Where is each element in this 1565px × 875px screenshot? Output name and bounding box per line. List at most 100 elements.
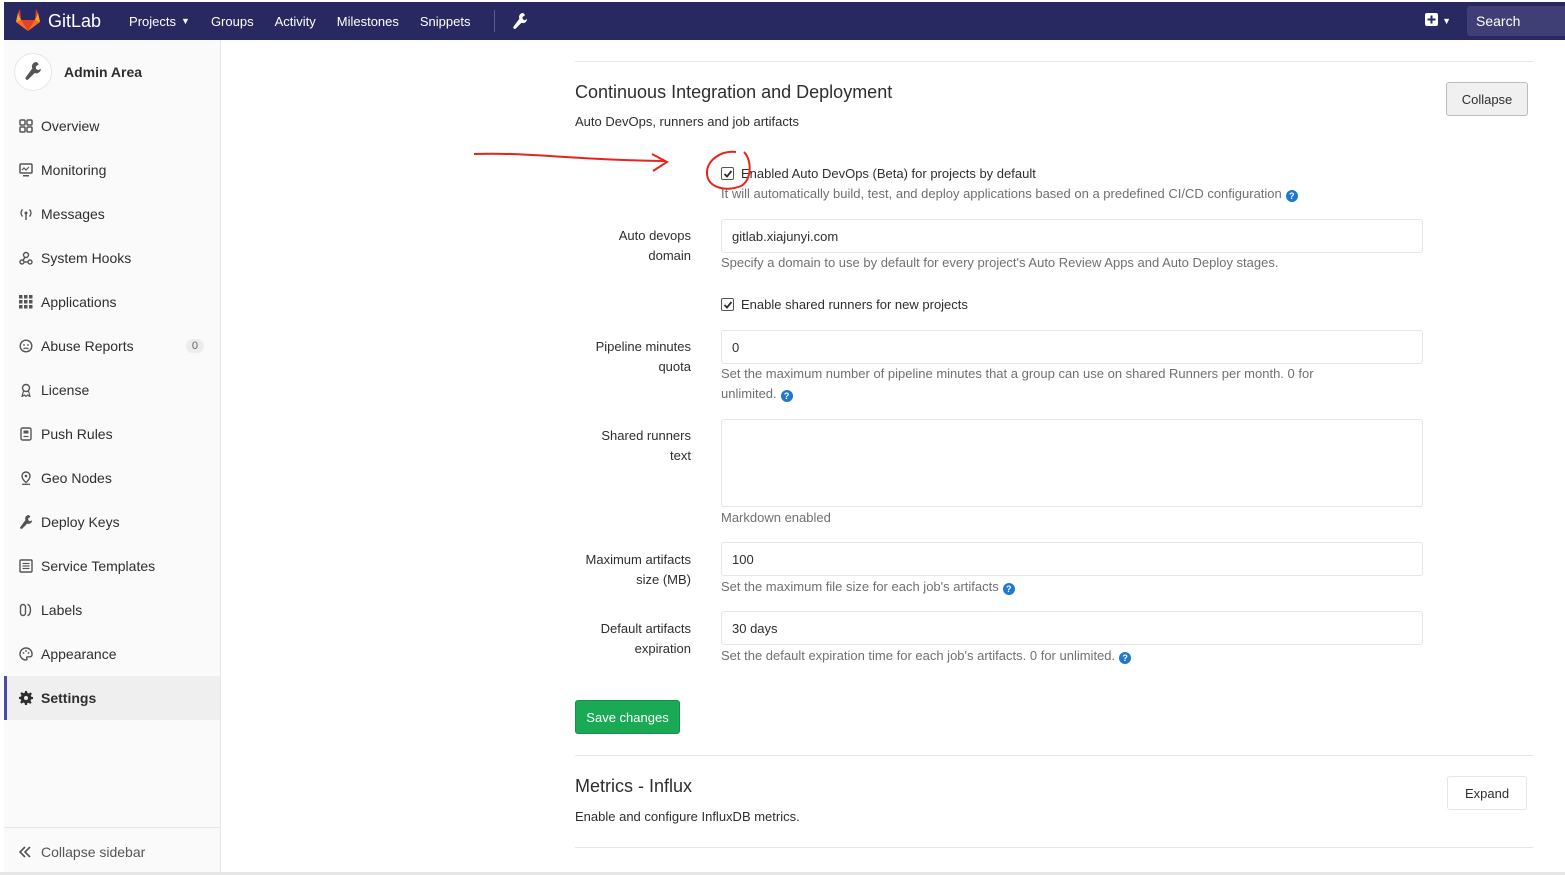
sidebar-item-label: Appearance: [41, 646, 117, 662]
markdown-enabled-help: Markdown enabled: [721, 510, 831, 525]
sidebar-item-label: Deploy Keys: [41, 514, 120, 530]
question-circle-icon[interactable]: ?: [1119, 652, 1132, 664]
nav-groups[interactable]: Groups: [211, 14, 254, 29]
shared-runners-text-label-line1: Shared runners: [601, 428, 691, 443]
artifacts-expiration-label-line2: expiration: [634, 641, 691, 656]
ci-section-title: Continuous Integration and Deployment: [575, 82, 893, 102]
geo-icon: [18, 470, 34, 486]
sidebar-header[interactable]: Admin Area: [4, 40, 220, 104]
shared-runners-checkbox[interactable]: [721, 298, 734, 311]
sidebar-item-label: License: [41, 382, 90, 398]
sidebar-item-label: Messages: [41, 206, 105, 222]
shared-runners-textarea[interactable]: [721, 419, 1423, 507]
checkmark-icon: [723, 300, 732, 309]
admin-avatar: [14, 53, 52, 91]
plus-square-icon: [1425, 13, 1439, 29]
nav-projects[interactable]: Projects ▼: [129, 14, 190, 29]
sidebar-item-geo-nodes[interactable]: Geo Nodes: [4, 456, 220, 500]
license-icon: [18, 382, 34, 398]
sidebar-item-labels[interactable]: Labels: [4, 588, 220, 632]
collapse-sidebar-button[interactable]: Collapse sidebar: [4, 827, 220, 875]
auto-devops-domain-label: Auto devops domain: [551, 226, 691, 266]
section-divider: [575, 847, 1533, 848]
auto-devops-help: It will automatically build, test, and d…: [721, 184, 1298, 204]
collapse-sidebar-label: Collapse sidebar: [41, 843, 146, 860]
auto-devops-domain-input[interactable]: gitlab.xiajunyi.com: [721, 219, 1423, 253]
sidebar-item-appearance[interactable]: Appearance: [4, 632, 220, 676]
sidebar-item-deploy-keys[interactable]: Deploy Keys: [4, 500, 220, 544]
max-artifacts-label: Maximum artifacts size (MB): [551, 550, 691, 590]
nav-links: Projects ▼ Groups Activity Milestones Sn…: [129, 10, 528, 32]
pipeline-quota-label: Pipeline minutes quota: [551, 337, 691, 377]
sidebar-item-label: Monitoring: [41, 162, 107, 178]
auto-devops-domain-label-line1: Auto devops: [618, 228, 691, 243]
admin-wrench-icon[interactable]: [513, 13, 528, 29]
sidebar-item-service-templates[interactable]: Service Templates: [4, 544, 220, 588]
pipeline-quota-help: Set the maximum number of pipeline minut…: [721, 364, 1421, 404]
sidebar-item-monitoring[interactable]: Monitoring: [4, 148, 220, 192]
admin-sidebar: Admin Area Overview Monitoring Messages …: [4, 40, 221, 875]
max-artifacts-help-text: Set the maximum file size for each job's…: [721, 579, 999, 594]
gitlab-home-link[interactable]: GitLab: [16, 8, 102, 34]
sidebar-item-push-rules[interactable]: Push Rules: [4, 412, 220, 456]
artifacts-expiration-help: Set the default expiration time for each…: [721, 646, 1132, 666]
auto-devops-label: Enabled Auto DevOps (Beta) for projects …: [741, 166, 1036, 181]
sidebar-item-overview[interactable]: Overview: [4, 104, 220, 148]
nav-milestones[interactable]: Milestones: [337, 14, 399, 29]
sidebar-item-label: Push Rules: [41, 426, 113, 442]
sidebar-title: Admin Area: [64, 64, 143, 80]
sidebar-item-messages[interactable]: Messages: [4, 192, 220, 236]
max-artifacts-input[interactable]: 100: [721, 542, 1423, 576]
nav-projects-label: Projects: [129, 13, 177, 29]
artifacts-expiration-label: Default artifacts expiration: [551, 619, 691, 659]
question-circle-icon[interactable]: ?: [1002, 583, 1015, 595]
nav-activity[interactable]: Activity: [275, 14, 316, 29]
chevron-down-icon: ▼: [181, 16, 190, 26]
abuse-icon: [18, 338, 34, 354]
brand-name: GitLab: [48, 10, 102, 31]
sidebar-item-system-hooks[interactable]: System Hooks: [4, 236, 220, 280]
auto-devops-help-text: It will automatically build, test, and d…: [721, 186, 1282, 201]
auto-devops-checkbox[interactable]: [721, 167, 734, 180]
templates-icon: [18, 558, 34, 574]
checkmark-icon: [723, 169, 732, 178]
sidebar-item-label: Overview: [41, 118, 100, 134]
section-divider: [575, 755, 1533, 756]
expand-button[interactable]: Expand: [1447, 776, 1527, 810]
search-input[interactable]: Search: [1467, 6, 1565, 36]
pipeline-quota-help-line2: unlimited.: [721, 386, 777, 401]
chevron-down-icon: ▼: [1442, 16, 1451, 26]
shared-runners-checkbox-row[interactable]: Enable shared runners for new projects: [721, 297, 968, 312]
artifacts-expiration-input[interactable]: 30 days: [721, 611, 1423, 645]
sidebar-item-label: System Hooks: [41, 250, 132, 266]
sidebar-item-label: Applications: [41, 294, 117, 310]
sidebar-item-license[interactable]: License: [4, 368, 220, 412]
sidebar-item-label: Settings: [41, 690, 97, 706]
section-divider-top: [575, 61, 1533, 62]
save-changes-button[interactable]: Save changes: [575, 700, 680, 734]
pipeline-quota-input[interactable]: 0: [721, 330, 1423, 364]
abuse-count-badge: 0: [185, 339, 204, 353]
sidebar-item-abuse-reports[interactable]: Abuse Reports 0: [4, 324, 220, 368]
annotation-arrowhead: [651, 153, 669, 172]
sidebar-item-label: Service Templates: [41, 558, 156, 574]
sidebar-item-applications[interactable]: Applications: [4, 280, 220, 324]
nav-snippets[interactable]: Snippets: [420, 14, 471, 29]
sidebar-item-settings[interactable]: Settings: [4, 676, 220, 720]
new-dropdown-button[interactable]: ▼: [1425, 13, 1451, 29]
pipeline-quota-label-line1: Pipeline minutes: [595, 339, 691, 354]
shared-runners-text-label-line2: text: [670, 448, 691, 463]
max-artifacts-help: Set the maximum file size for each job's…: [721, 577, 1015, 597]
metrics-section-title: Metrics - Influx: [575, 776, 693, 796]
auto-devops-checkbox-row[interactable]: Enabled Auto DevOps (Beta) for projects …: [721, 166, 1036, 181]
collapse-button[interactable]: Collapse: [1446, 82, 1528, 116]
question-circle-icon[interactable]: ?: [1285, 190, 1298, 202]
hook-icon: [18, 250, 34, 266]
question-circle-icon[interactable]: ?: [780, 390, 793, 402]
nav-divider: [494, 10, 496, 32]
monitoring-icon: [18, 162, 34, 178]
sidebar-item-label: Abuse Reports: [41, 338, 134, 354]
artifacts-expiration-label-line1: Default artifacts: [600, 621, 691, 636]
sidebar-item-label: Geo Nodes: [41, 470, 112, 486]
settings-icon: [18, 690, 34, 706]
